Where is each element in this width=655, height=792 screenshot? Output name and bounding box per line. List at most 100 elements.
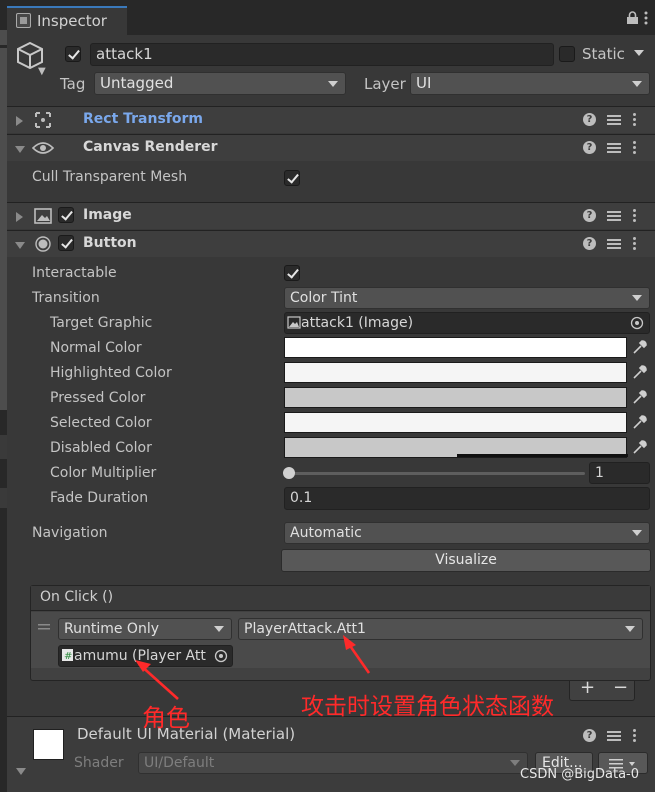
eyedropper-icon[interactable] (631, 414, 648, 431)
component-header-canvas-renderer[interactable]: Canvas Renderer ? (7, 134, 655, 161)
cull-transparent-mesh-label: Cull Transparent Mesh (32, 169, 188, 185)
component-header-actions: ? (583, 235, 645, 253)
component-menu-icon[interactable] (633, 140, 637, 155)
color-multiplier-input[interactable]: 1 (589, 462, 650, 484)
chevron-down-icon[interactable]: ▼ (38, 66, 46, 77)
strip-segment (0, 30, 7, 45)
color-multiplier-label: Color Multiplier (50, 465, 157, 481)
eye-icon (32, 142, 54, 154)
image-title: Image (83, 207, 132, 223)
component-header-actions: ? (583, 111, 645, 129)
help-icon[interactable]: ? (583, 141, 596, 154)
object-picker-icon[interactable] (630, 316, 644, 330)
button-component-icon (35, 236, 51, 252)
highlighted-color-field[interactable] (284, 362, 627, 383)
chevron-down-icon (214, 626, 224, 632)
active-checkbox[interactable] (65, 46, 81, 62)
fade-duration-input[interactable]: 0.1 (284, 487, 650, 510)
chevron-down-icon (625, 626, 635, 632)
event-add-remove-bar: + − (569, 677, 635, 701)
preset-settings-icon[interactable] (607, 112, 621, 127)
help-icon[interactable]: ? (583, 209, 596, 222)
pressed-color-field[interactable] (284, 387, 627, 408)
add-event-button[interactable]: + (580, 677, 595, 698)
interactable-checkbox[interactable] (284, 265, 300, 281)
normal-color-label: Normal Color (50, 340, 142, 356)
function-value: PlayerAttack.Att1 (244, 621, 366, 637)
color-multiplier-slider-track[interactable] (289, 472, 585, 475)
static-dropdown-arrow[interactable] (634, 50, 644, 56)
help-icon[interactable]: ? (583, 237, 596, 250)
foldout-arrow-icon[interactable] (16, 768, 26, 775)
runtime-mode-value: Runtime Only (64, 621, 159, 637)
color-multiplier-slider-thumb[interactable] (283, 467, 295, 479)
material-preview[interactable] (33, 729, 64, 760)
transition-value: Color Tint (290, 290, 358, 306)
normal-color-field[interactable] (284, 337, 627, 358)
image-icon (287, 316, 301, 329)
image-enabled-checkbox[interactable] (58, 207, 74, 223)
target-object-value: amumu (Player Att (74, 648, 206, 664)
foldout-arrow-icon[interactable] (16, 212, 23, 222)
pressed-color-label: Pressed Color (50, 390, 146, 406)
transition-label: Transition (32, 290, 100, 306)
eyedropper-icon[interactable] (631, 439, 648, 456)
component-header-rect-transform[interactable]: Rect Transform ? (7, 106, 655, 133)
tag-value: Untagged (100, 74, 174, 92)
interactable-label: Interactable (32, 265, 117, 281)
watermark: CSDN @BigData-0 (520, 767, 639, 782)
disabled-color-field[interactable] (284, 437, 628, 458)
component-header-button[interactable]: Button ? (7, 230, 655, 257)
component-menu-icon[interactable] (633, 208, 637, 223)
component-menu-icon[interactable] (633, 236, 637, 251)
function-dropdown[interactable]: PlayerAttack.Att1 (238, 618, 643, 640)
preset-settings-icon[interactable] (607, 140, 621, 155)
material-header-actions: ? (583, 727, 645, 745)
visualize-button[interactable]: Visualize (281, 549, 651, 572)
chevron-down-icon (632, 295, 642, 301)
object-picker-icon[interactable] (214, 649, 228, 663)
chevron-down-icon (510, 760, 520, 766)
foldout-arrow-icon[interactable] (15, 146, 25, 153)
tag-dropdown[interactable]: Untagged (94, 72, 346, 95)
tab-menu-icon[interactable] (644, 11, 649, 26)
remove-event-button[interactable]: − (613, 677, 628, 698)
runtime-mode-dropdown[interactable]: Runtime Only (58, 618, 232, 640)
chevron-down-icon (632, 80, 642, 87)
tab-inspector[interactable]: Inspector (7, 6, 127, 35)
cull-transparent-mesh-checkbox[interactable] (284, 170, 300, 186)
drag-handle-icon[interactable] (38, 624, 50, 630)
alpha-bar (457, 454, 628, 457)
preset-settings-icon[interactable] (607, 236, 621, 251)
help-icon[interactable]: ? (583, 113, 596, 126)
eyedropper-icon[interactable] (631, 389, 648, 406)
target-object-field[interactable]: # amumu (Player Att (58, 645, 233, 667)
object-name-input[interactable]: attack1 (90, 43, 554, 66)
tag-label: Tag (60, 75, 86, 93)
rect-transform-icon (35, 112, 51, 128)
eyedropper-icon[interactable] (631, 339, 648, 356)
navigation-dropdown[interactable]: Automatic (284, 522, 650, 544)
target-graphic-field[interactable]: attack1 (Image) (284, 312, 650, 334)
button-enabled-checkbox[interactable] (58, 235, 74, 251)
eyedropper-icon[interactable] (631, 364, 648, 381)
transition-dropdown[interactable]: Color Tint (284, 287, 650, 309)
component-menu-icon[interactable] (633, 112, 637, 127)
lock-icon[interactable] (626, 11, 639, 25)
preset-settings-icon[interactable] (607, 728, 621, 743)
component-menu-icon[interactable] (633, 728, 637, 743)
selected-color-field[interactable] (284, 412, 627, 433)
layer-dropdown[interactable]: UI (410, 72, 650, 95)
static-checkbox[interactable] (559, 46, 575, 62)
chevron-down-icon (328, 80, 338, 87)
foldout-arrow-icon[interactable] (16, 116, 23, 126)
preset-settings-icon[interactable] (607, 208, 621, 223)
component-header-image[interactable]: Image ? (7, 202, 655, 229)
editor-left-strip (0, 0, 7, 792)
selected-color-label: Selected Color (50, 415, 152, 431)
foldout-arrow-icon[interactable] (15, 242, 25, 249)
on-click-title: On Click () (40, 589, 114, 605)
shader-dropdown[interactable]: UI/Default (138, 752, 528, 774)
component-header-actions: ? (583, 139, 645, 157)
help-icon[interactable]: ? (583, 729, 596, 742)
